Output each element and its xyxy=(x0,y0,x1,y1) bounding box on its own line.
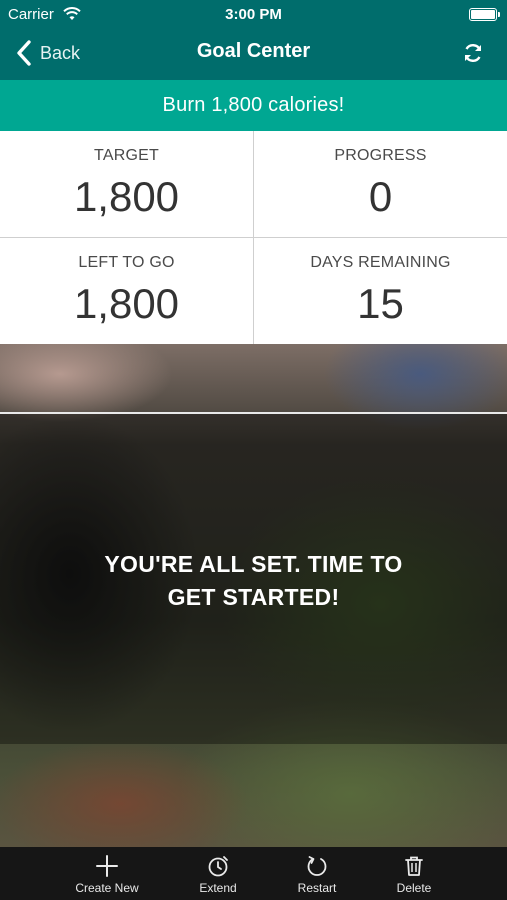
stats-grid: TARGET 1,800 PROGRESS 0 LEFT TO GO 1,800… xyxy=(0,131,507,344)
stat-days-remaining: DAYS REMAINING 15 xyxy=(254,238,507,344)
refresh-icon[interactable] xyxy=(461,41,485,65)
motivation-message: YOU'RE ALL SET. TIME TO GET STARTED! xyxy=(60,548,447,614)
restart-button[interactable]: Restart xyxy=(277,847,357,900)
stat-progress: PROGRESS 0 xyxy=(254,131,507,237)
delete-label: Delete xyxy=(396,881,432,895)
motivation-line-2: GET STARTED! xyxy=(167,584,340,610)
stat-progress-label: PROGRESS xyxy=(334,147,427,164)
grid-divider-horizontal xyxy=(0,237,507,238)
stat-left-to-go: LEFT TO GO 1,800 xyxy=(0,238,253,344)
battery-icon xyxy=(469,8,500,21)
timer-icon xyxy=(208,856,228,877)
restart-label: Restart xyxy=(297,881,337,895)
page-title: Goal Center xyxy=(196,40,311,62)
plus-icon xyxy=(96,855,118,877)
create-new-button[interactable]: Create New xyxy=(62,847,152,900)
stat-days-value: 15 xyxy=(357,280,404,327)
top-bar: Carrier 3:00 PM Back Goal Center xyxy=(0,0,507,80)
extend-button[interactable]: Extend xyxy=(178,847,258,900)
status-bar: Carrier 3:00 PM xyxy=(0,0,507,28)
stat-left-value: 1,800 xyxy=(73,280,180,327)
stat-left-label: LEFT TO GO xyxy=(78,254,175,271)
motivation-line-1: YOU'RE ALL SET. TIME TO xyxy=(104,551,403,577)
delete-button[interactable]: Delete xyxy=(374,847,454,900)
bottom-toolbar: Create New Extend Restart Delete xyxy=(0,847,507,900)
stat-target-value: 1,800 xyxy=(73,173,180,220)
clock: 3:00 PM xyxy=(225,6,282,23)
trash-icon xyxy=(405,856,423,876)
extend-label: Extend xyxy=(199,881,237,895)
stat-target-label: TARGET xyxy=(94,147,159,164)
restart-icon xyxy=(307,856,327,876)
stat-days-label: DAYS REMAINING xyxy=(310,254,451,271)
navigation-bar: Back Goal Center xyxy=(0,28,507,80)
stat-progress-value: 0 xyxy=(368,173,393,220)
create-new-label: Create New xyxy=(75,881,139,895)
background-photo: YOU'RE ALL SET. TIME TO GET STARTED! xyxy=(0,344,507,847)
stat-target: TARGET 1,800 xyxy=(0,131,253,237)
goal-banner: Burn 1,800 calories! xyxy=(0,80,507,131)
